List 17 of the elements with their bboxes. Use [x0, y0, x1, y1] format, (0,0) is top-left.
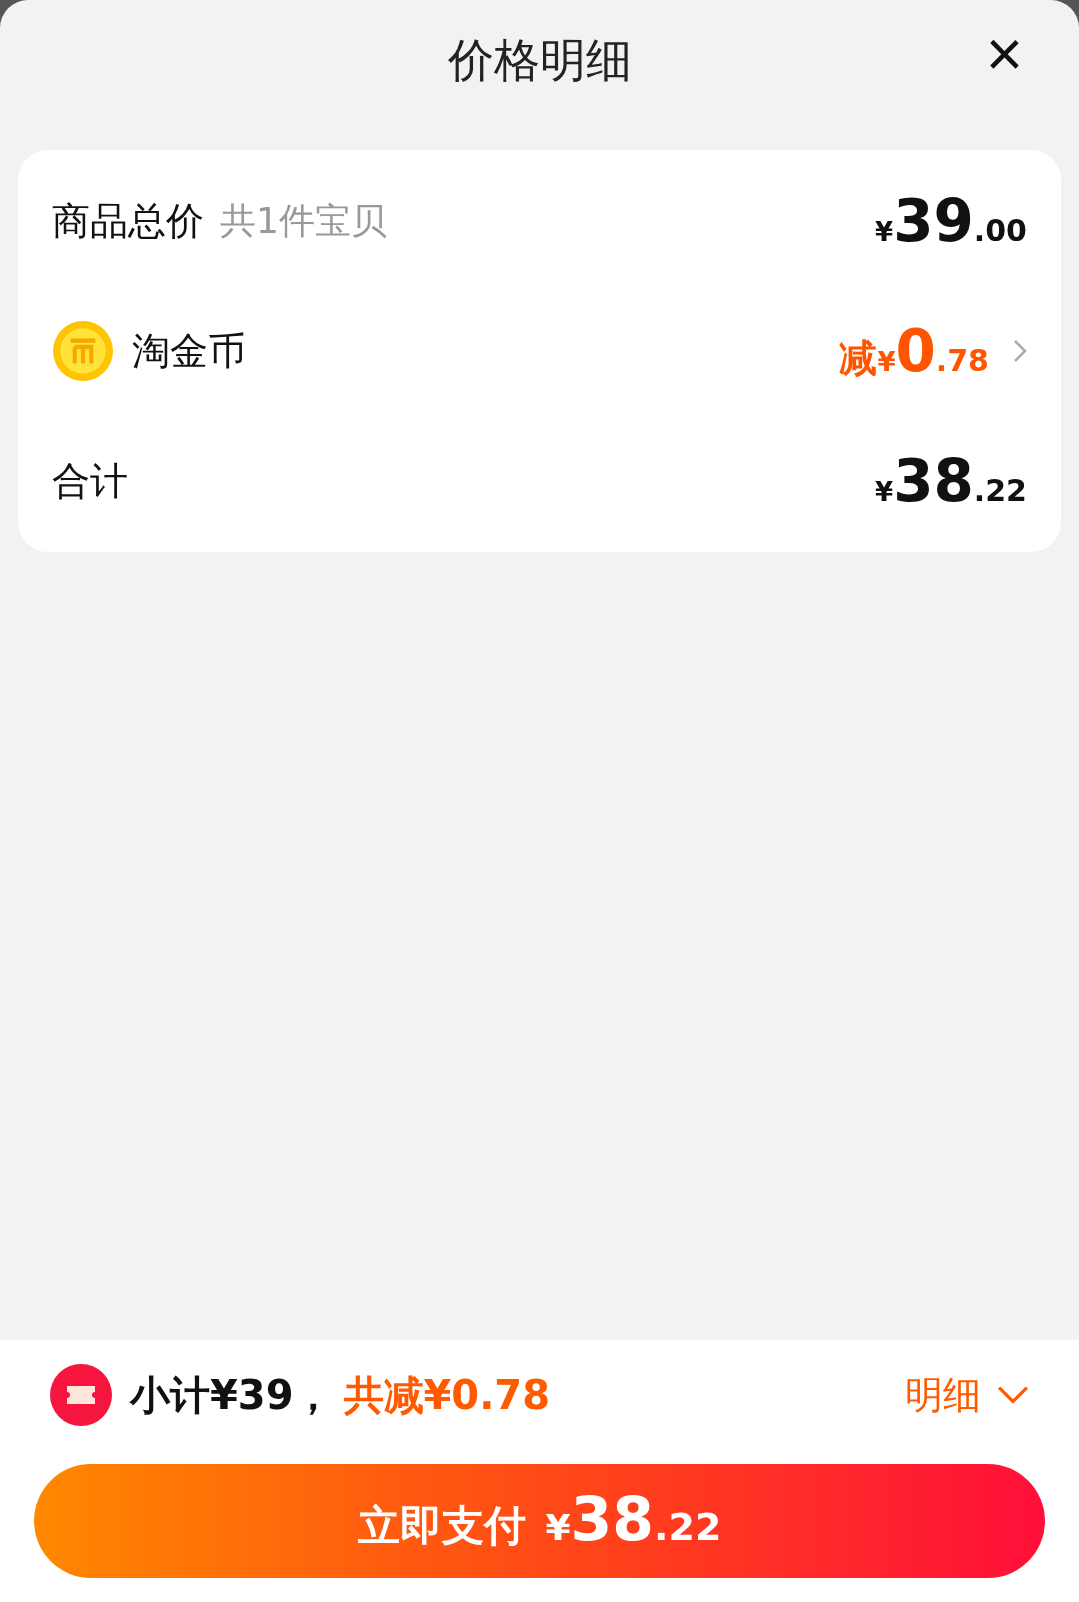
coin-icon [52, 320, 114, 382]
row-label: 商品总价 [52, 197, 204, 245]
price: ¥39.00 [875, 187, 1027, 255]
sheet-title: 价格明细 [447, 32, 632, 89]
row-label: 淘金币 [132, 327, 246, 375]
total-discount: 共减¥0.78 [343, 1370, 551, 1420]
chevron-right-icon[interactable] [1013, 338, 1027, 364]
item-count: 共1件宝贝 [220, 198, 387, 243]
chevron-down-icon [997, 1385, 1029, 1405]
close-button[interactable]: × [985, 22, 1023, 86]
subtotal-text: 小计¥39， [130, 1370, 334, 1420]
details-toggle[interactable]: 明细 [905, 1369, 1029, 1421]
discount-amount[interactable]: 减¥0.78 [839, 317, 989, 385]
row-label: 合计 [52, 457, 128, 505]
pay-button[interactable]: 立即支付 ¥38.22 [34, 1464, 1045, 1578]
price: ¥38.22 [875, 447, 1027, 515]
ticket-icon [50, 1364, 112, 1426]
